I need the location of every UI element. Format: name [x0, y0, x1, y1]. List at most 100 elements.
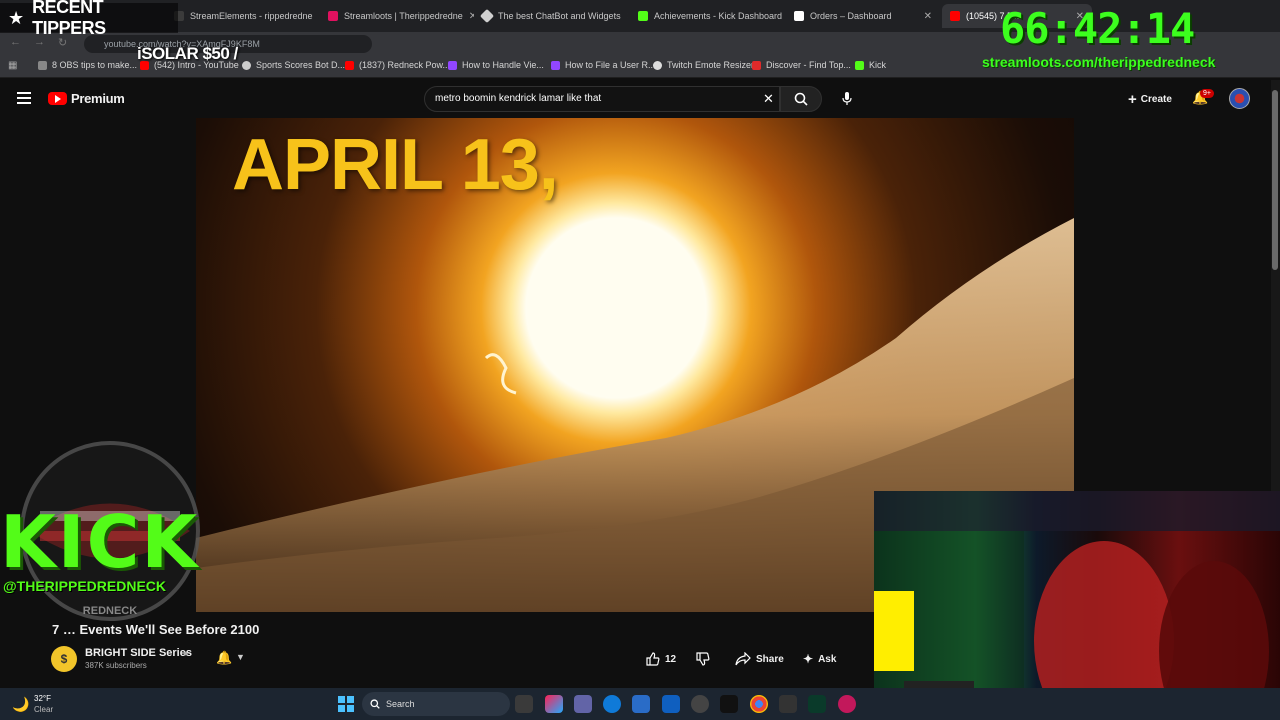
stream-timer: 66:42:14: [1000, 4, 1195, 53]
streamloots-url: streamloots.com/therippedredneck: [982, 54, 1216, 70]
epic-icon[interactable]: [720, 695, 738, 713]
outlook-icon[interactable]: [662, 695, 680, 713]
copilot-icon[interactable]: [545, 695, 563, 713]
bookmark-favicon-icon: [855, 60, 864, 70]
obs-icon[interactable]: [691, 695, 709, 713]
menu-icon[interactable]: [17, 92, 31, 104]
bookmark-favicon-icon: [38, 60, 47, 70]
bookmark-item[interactable]: (1837) Redneck Pow...: [345, 60, 450, 70]
bookmark-label: (1837) Redneck Pow...: [359, 60, 451, 70]
tab-label: The best ChatBot and Widgets: [498, 11, 621, 21]
bookmark-item[interactable]: How to File a User R...: [551, 60, 656, 70]
share-icon: [735, 652, 751, 666]
channel-avatar[interactable]: $: [51, 646, 77, 672]
avatar[interactable]: [1229, 88, 1250, 109]
browser-tab[interactable]: Achievements - Kick Dashboard ✕: [630, 4, 784, 28]
tab-close-icon[interactable]: ✕: [627, 11, 628, 22]
app-icon[interactable]: [779, 695, 797, 713]
voice-search-button[interactable]: [834, 86, 860, 112]
star-icon: ★: [8, 7, 25, 28]
webcam-frame: [874, 491, 1280, 720]
weather-temperature[interactable]: 32°F: [34, 694, 51, 703]
bookmark-item[interactable]: 8 OBS tips to make...: [38, 60, 137, 70]
plus-icon: +: [1128, 90, 1137, 108]
ask-label: Ask: [818, 653, 837, 665]
tab-favicon-icon: [638, 11, 648, 21]
bookmark-label: Twitch Emote Resizer: [667, 60, 755, 70]
recent-tippers-title: RECENT TIPPERS: [32, 0, 106, 38]
chevron-down-icon[interactable]: ▼: [236, 652, 245, 662]
browser-tab[interactable]: StreamElements - rippedredne ✕: [166, 4, 320, 28]
edge-icon[interactable]: [603, 695, 621, 713]
thumbs-down-icon: [696, 652, 710, 666]
kick-emblem-text: REDNECK: [83, 605, 137, 617]
apps-grid-icon[interactable]: ▦: [8, 60, 17, 71]
sparkle-icon: ✦: [803, 652, 814, 666]
bookmark-label: 8 OBS tips to make...: [52, 60, 138, 70]
create-button[interactable]: + Create: [1122, 88, 1178, 110]
teams-icon[interactable]: [574, 695, 592, 713]
subscriber-count: 387K subscribers: [85, 661, 147, 670]
bookmark-favicon-icon: [345, 60, 354, 70]
like-button[interactable]: 12: [646, 648, 676, 670]
chrome-icon[interactable]: [750, 695, 768, 713]
video-frame-caption: APRIL 13,: [232, 125, 559, 205]
tab-label: Achievements - Kick Dashboard: [654, 11, 783, 21]
channel-name[interactable]: BRIGHT SIDE Series: [85, 647, 192, 659]
taskbar-search-label: Search: [386, 699, 415, 709]
recent-tippers-banner: ★ RECENT TIPPERS: [0, 0, 178, 38]
store-icon[interactable]: [632, 695, 650, 713]
verified-icon: ●: [183, 648, 189, 658]
tipper-entry: iSOLAR $50 /: [137, 44, 238, 63]
search-button[interactable]: [780, 86, 822, 112]
kick-text: KICK: [0, 500, 200, 584]
clear-search-icon[interactable]: ✕: [763, 91, 774, 107]
tab-label: Orders – Dashboard: [810, 11, 892, 21]
bookmark-favicon-icon: [653, 60, 662, 70]
share-button[interactable]: Share: [735, 648, 784, 670]
tab-label: Streamloots | Therippedredne: [344, 11, 463, 21]
bookmark-label: How to File a User R...: [565, 60, 656, 70]
terminal-icon[interactable]: [808, 695, 826, 713]
taskbar-search[interactable]: Search: [362, 692, 510, 716]
bookmark-label: Discover - Find Top...: [766, 60, 851, 70]
notification-badge: 9+: [1200, 89, 1214, 98]
browser-tab[interactable]: Orders – Dashboard ✕: [786, 4, 940, 28]
tab-favicon-icon: [328, 11, 338, 21]
scrollbar-thumb[interactable]: [1272, 90, 1278, 270]
thumbs-up-icon: [646, 652, 660, 666]
task-view-icon[interactable]: [515, 695, 533, 713]
ask-button[interactable]: ✦ Ask: [803, 648, 836, 670]
browser-tab[interactable]: The best ChatBot and Widgets ✕: [474, 4, 628, 28]
bookmark-item[interactable]: Twitch Emote Resizer: [653, 60, 754, 70]
moon-weather-icon[interactable]: 🌙: [12, 696, 29, 713]
tab-favicon-icon: [950, 11, 960, 21]
bookmark-favicon-icon: [752, 60, 761, 70]
bookmark-favicon-icon: [242, 60, 251, 70]
youtube-logo[interactable]: Premium: [48, 91, 125, 106]
back-icon[interactable]: ←: [10, 36, 21, 48]
tab-close-icon[interactable]: ✕: [924, 11, 932, 22]
music-app-icon[interactable]: [838, 695, 856, 713]
bookmark-item[interactable]: Discover - Find Top...: [752, 60, 851, 70]
share-label: Share: [756, 653, 784, 665]
bookmark-favicon-icon: [551, 60, 560, 70]
kick-handle: @THERIPPEDREDNECK: [3, 578, 167, 594]
search-input[interactable]: metro boomin kendrick lamar like that: [424, 86, 780, 112]
dislike-button[interactable]: [696, 648, 710, 670]
tab-favicon-icon: [479, 8, 495, 24]
weather-condition: Clear: [34, 705, 54, 714]
bookmark-item[interactable]: How to Handle Vie...: [448, 60, 544, 70]
mic-icon: [842, 92, 852, 105]
windows-start-icon[interactable]: [338, 696, 354, 712]
bookmark-label: Kick: [869, 60, 887, 70]
browser-tab[interactable]: Streamloots | Therippedredne ✕: [320, 4, 474, 28]
bookmark-label: Sports Scores Bot D...: [256, 60, 346, 70]
youtube-brand-label: Premium: [71, 91, 125, 106]
like-count: 12: [665, 653, 677, 665]
bookmark-item[interactable]: Kick: [855, 60, 886, 70]
bookmark-item[interactable]: Sports Scores Bot D...: [242, 60, 345, 70]
subscription-bell-icon[interactable]: 🔔: [216, 650, 232, 666]
tab-label: StreamElements - rippedredne: [190, 11, 313, 21]
search-icon: [370, 699, 380, 709]
